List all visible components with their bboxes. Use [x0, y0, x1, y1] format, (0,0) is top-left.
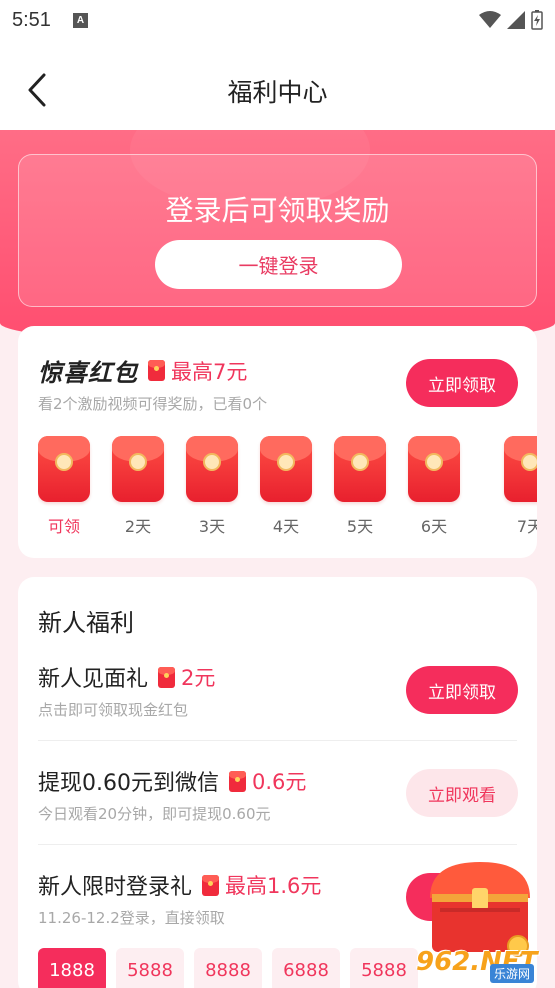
reward-number-chip[interactable]: 8888 [194, 948, 262, 988]
red-envelope-icon [112, 436, 164, 502]
login-card: 登录后可领取奖励 一键登录 [18, 154, 537, 307]
notification-a-icon: A [72, 12, 88, 28]
envelope-day-5[interactable]: 5天 [334, 436, 386, 537]
red-envelope-icon [38, 436, 90, 502]
reward-number-chip[interactable]: 5888 [116, 948, 184, 988]
one-click-login-button[interactable]: 一键登录 [155, 240, 402, 289]
red-envelope-icon [504, 436, 537, 502]
welfare-item-1-title-row: 新人见面礼 2元 [38, 661, 215, 693]
divider [38, 844, 517, 845]
welfare-item-2-watch-button[interactable]: 立即观看 [406, 769, 518, 817]
welfare-item-3-title-row: 新人限时登录礼 最高1.6元 [38, 869, 321, 901]
welfare-item-title: 新人见面礼 [38, 667, 149, 692]
surprise-title: 惊喜红包 [38, 359, 138, 387]
page-title: 福利中心 [227, 78, 328, 107]
surprise-claim-button[interactable]: 立即领取 [406, 359, 518, 407]
envelope-label: 3天 [198, 517, 226, 536]
reward-number-chip[interactable]: 5888 [350, 948, 418, 988]
red-envelope-icon [186, 436, 238, 502]
welfare-item-desc: 点击即可领取现金红包 [38, 701, 189, 719]
red-envelope-icon [408, 436, 460, 502]
envelope-day-4[interactable]: 4天 [260, 436, 312, 537]
welfare-item-title: 新人限时登录礼 [38, 875, 193, 900]
welfare-item-2-title-row: 提现0.60元到微信 0.6元 [38, 765, 306, 797]
envelope-label: 5天 [346, 517, 374, 536]
status-icons [479, 10, 543, 30]
login-reward-numbers: 1888 5888 8888 6888 5888 [38, 948, 418, 988]
envelope-day-3[interactable]: 3天 [186, 436, 238, 537]
envelope-day-6[interactable]: 6天 [408, 436, 460, 537]
welfare-item-desc: 11.26-12.2登录，直接领取 [38, 909, 225, 927]
status-time: 5:51 [12, 8, 51, 31]
envelope-row: 可领 2天 3天 4天 5天 6天 7天 [38, 436, 537, 546]
title-bar: 福利中心 [0, 40, 555, 130]
reward-number-chip[interactable]: 6888 [272, 948, 340, 988]
envelope-day-7[interactable]: 7天 [504, 436, 537, 537]
red-packet-icon [202, 874, 220, 896]
status-bar: 5:51 A [0, 0, 555, 40]
envelope-day-2[interactable]: 2天 [112, 436, 164, 537]
red-envelope-icon [260, 436, 312, 502]
login-prompt: 登录后可领取奖励 [165, 194, 390, 227]
red-envelope-icon [334, 436, 386, 502]
surprise-redpacket-card: 惊喜红包 最高7元 看2个激励视频可得奖励，已看0个 立即领取 可领 2天 3天… [18, 326, 537, 558]
welfare-item-title: 提现0.60元到微信 [38, 771, 219, 796]
divider [38, 740, 517, 741]
welfare-item-reward: 2元 [181, 666, 216, 690]
signal-icon [507, 11, 525, 29]
red-packet-icon [148, 360, 165, 381]
surprise-reward: 最高7元 [171, 359, 248, 384]
site-watermark: 962.NET 乐游网 [416, 938, 554, 986]
surprise-title-row: 惊喜红包 最高7元 [38, 353, 247, 388]
envelope-label: 6天 [420, 517, 448, 536]
envelope-label: 7天 [516, 517, 537, 536]
wifi-icon [479, 11, 501, 28]
envelope-day-1[interactable]: 可领 [38, 436, 90, 537]
watermark-sub: 乐游网 [490, 964, 535, 983]
welfare-item-desc: 今日观看20分钟，即可提现0.60元 [38, 805, 271, 823]
envelope-label: 可领 [47, 517, 80, 536]
welfare-item-reward: 0.6元 [252, 770, 307, 794]
red-packet-icon [158, 666, 176, 688]
battery-icon [531, 10, 543, 30]
red-packet-icon [229, 770, 246, 792]
welfare-item-1-claim-button[interactable]: 立即领取 [406, 666, 518, 714]
reward-number-chip[interactable]: 1888 [38, 948, 106, 988]
envelope-label: 4天 [272, 517, 300, 536]
welfare-item-reward: 最高1.6元 [225, 874, 322, 898]
welfare-title: 新人福利 [38, 609, 134, 637]
surprise-desc: 看2个激励视频可得奖励，已看0个 [38, 395, 268, 413]
envelope-label: 2天 [124, 517, 152, 536]
